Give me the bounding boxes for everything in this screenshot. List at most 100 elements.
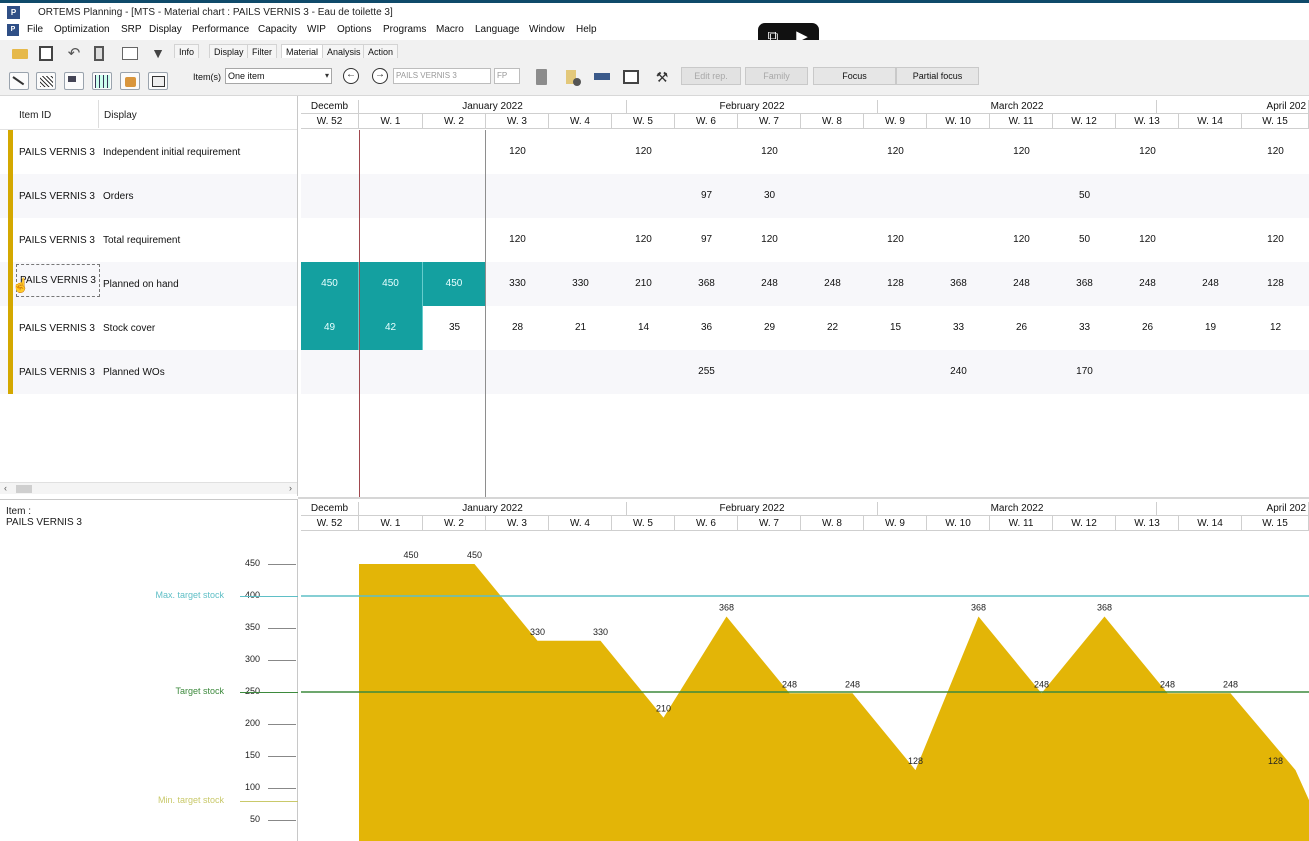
grid-row[interactable]: PAILS VERNIS 3 Total requirement <box>0 218 297 262</box>
grid-cell[interactable] <box>864 174 927 218</box>
grid-cell[interactable]: 97 <box>675 174 738 218</box>
box-icon[interactable] <box>120 72 140 90</box>
grid-cell[interactable] <box>1053 130 1116 174</box>
bottom-week-header[interactable]: W. 8 <box>801 516 864 531</box>
wrench-icon[interactable]: ⚒ <box>652 68 672 86</box>
top-week-header[interactable]: W. 5 <box>612 114 675 129</box>
top-week-header[interactable]: W. 3 <box>486 114 549 129</box>
undo-icon[interactable]: ↶ <box>64 44 84 62</box>
top-week-header[interactable]: W. 52 <box>301 114 359 129</box>
top-week-header[interactable]: W. 8 <box>801 114 864 129</box>
grid-cell[interactable]: 120 <box>990 130 1053 174</box>
bottom-week-header[interactable]: W. 3 <box>486 516 549 531</box>
grid-cell[interactable] <box>738 350 801 394</box>
top-week-header[interactable]: W. 9 <box>864 114 927 129</box>
top-week-header[interactable]: W. 15 <box>1242 114 1309 129</box>
grid-cell[interactable] <box>1242 174 1309 218</box>
grid-cell[interactable]: 12 <box>1242 306 1309 350</box>
grid-cell[interactable] <box>1179 218 1242 262</box>
item-search-field[interactable]: PAILS VERNIS 3 <box>393 68 491 84</box>
grid-cell[interactable]: 33 <box>927 306 990 350</box>
grid-cell[interactable] <box>301 350 359 394</box>
grid-cell[interactable]: 368 <box>1053 262 1116 306</box>
grid-cell[interactable] <box>549 350 612 394</box>
grid-cell[interactable] <box>1179 350 1242 394</box>
grid-cell[interactable]: 248 <box>801 262 864 306</box>
grid-cell[interactable] <box>675 130 738 174</box>
items-select[interactable]: One item ▾ <box>225 68 332 84</box>
menu-wip[interactable]: WIP <box>307 24 326 35</box>
grid-cell[interactable]: 120 <box>1242 218 1309 262</box>
scroll-right-icon[interactable]: › <box>289 483 292 493</box>
scroll-left-icon[interactable]: ‹ <box>4 483 7 493</box>
grid-cell[interactable] <box>549 174 612 218</box>
top-week-header[interactable]: W. 14 <box>1179 114 1242 129</box>
grid-cell[interactable]: 120 <box>1242 130 1309 174</box>
bottom-week-header[interactable]: W. 4 <box>549 516 612 531</box>
save-icon[interactable] <box>36 44 56 62</box>
tab-info[interactable]: Info <box>174 44 200 58</box>
grid-cell[interactable]: 248 <box>1116 262 1179 306</box>
grid-cell[interactable] <box>359 130 423 174</box>
calculator-icon[interactable] <box>90 44 110 62</box>
col-header-display[interactable]: Display <box>104 110 137 121</box>
bottom-week-header[interactable]: W. 2 <box>423 516 486 531</box>
bottom-week-header[interactable]: W. 10 <box>927 516 990 531</box>
grid-cross-icon[interactable] <box>36 72 56 90</box>
grid-cell[interactable] <box>801 350 864 394</box>
grid-cell[interactable] <box>549 130 612 174</box>
grid-cell[interactable]: 248 <box>990 262 1053 306</box>
menu-programs[interactable]: Programs <box>383 24 426 35</box>
filter-icon[interactable]: ▼ <box>148 44 168 62</box>
top-week-header[interactable]: W. 12 <box>1053 114 1116 129</box>
top-week-header[interactable]: W. 11 <box>990 114 1053 129</box>
grid-cell[interactable]: 368 <box>675 262 738 306</box>
grid-cell[interactable]: 248 <box>738 262 801 306</box>
top-week-header[interactable]: W. 2 <box>423 114 486 129</box>
fp-field[interactable]: FP <box>494 68 520 84</box>
grid-cell[interactable]: 120 <box>612 130 675 174</box>
grid-cell[interactable] <box>1116 350 1179 394</box>
pane-splitter[interactable] <box>298 497 1309 499</box>
chart-line-icon[interactable] <box>9 72 29 90</box>
bottom-week-header[interactable]: W. 9 <box>864 516 927 531</box>
menu-macro[interactable]: Macro <box>436 24 464 35</box>
open-folder-icon[interactable] <box>10 44 30 62</box>
grid-cell[interactable]: 368 <box>927 262 990 306</box>
grid-cell[interactable]: 21 <box>549 306 612 350</box>
grid-cell[interactable]: 42 <box>359 306 423 350</box>
next-item-icon[interactable]: → <box>372 68 388 84</box>
grid-cell[interactable] <box>1179 174 1242 218</box>
grid-cell[interactable]: 450 <box>359 262 423 306</box>
grid-cell[interactable] <box>612 350 675 394</box>
top-week-header[interactable]: W. 10 <box>927 114 990 129</box>
grid-cell[interactable]: 35 <box>423 306 486 350</box>
grid-cell[interactable] <box>301 174 359 218</box>
edit-rep-button[interactable]: Edit rep. <box>681 67 741 85</box>
grid-cell[interactable]: 210 <box>612 262 675 306</box>
bottom-week-header[interactable]: W. 52 <box>301 516 359 531</box>
grid-cell[interactable]: 450 <box>423 262 486 306</box>
menu-help[interactable]: Help <box>576 24 597 35</box>
grid-cell[interactable]: 120 <box>1116 218 1179 262</box>
top-week-header[interactable]: W. 7 <box>738 114 801 129</box>
grid-row[interactable]: PAILS VERNIS 3 Stock cover <box>0 306 297 350</box>
grid-row[interactable]: PAILS VERNIS 3 Orders <box>0 174 297 218</box>
grid-cell[interactable] <box>301 130 359 174</box>
bottom-week-header[interactable]: W. 12 <box>1053 516 1116 531</box>
grid-cell[interactable]: 19 <box>1179 306 1242 350</box>
tab-analysis[interactable]: Analysis <box>322 44 366 58</box>
grid-cell[interactable]: 128 <box>1242 262 1309 306</box>
grid-cell[interactable]: 330 <box>486 262 549 306</box>
grid-row[interactable]: PAILS VERNIS 3 Independent initial requi… <box>0 130 297 174</box>
grid-cell[interactable]: 50 <box>1053 218 1116 262</box>
menu-display[interactable]: Display <box>149 24 182 35</box>
grid-row[interactable]: PAILS VERNIS 3 Planned WOs <box>0 350 297 394</box>
grid-cell[interactable]: 248 <box>1179 262 1242 306</box>
grid-cell[interactable]: 30 <box>738 174 801 218</box>
menu-performance[interactable]: Performance <box>192 24 249 35</box>
grid-cell[interactable] <box>359 350 423 394</box>
grid-cell[interactable]: 120 <box>990 218 1053 262</box>
scroll-thumb[interactable] <box>16 485 32 493</box>
grid-cell[interactable] <box>423 174 486 218</box>
